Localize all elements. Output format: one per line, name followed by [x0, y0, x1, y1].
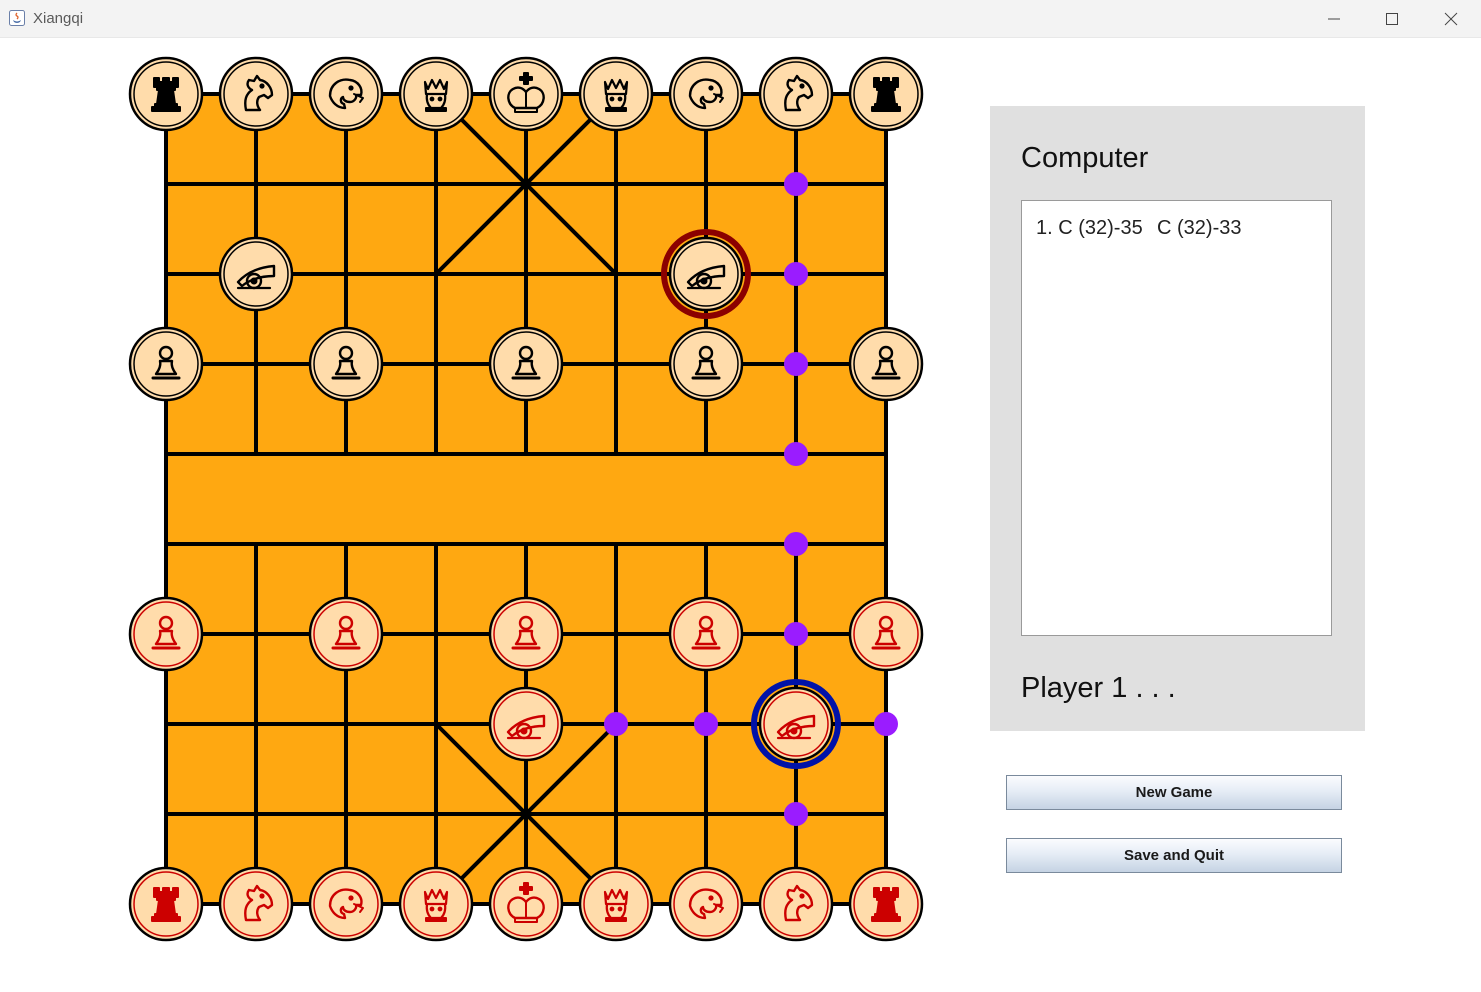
black-elephant-piece[interactable] [668, 56, 744, 132]
status-label: Player 1 . . . [1021, 672, 1176, 704]
piece-disc [128, 596, 204, 672]
red-rook-piece[interactable] [128, 866, 204, 942]
move-black: C (32)-33 [1157, 217, 1242, 239]
black-soldier-piece[interactable] [128, 326, 204, 402]
black-horse-piece[interactable] [758, 56, 834, 132]
red-soldier-piece[interactable] [128, 596, 204, 672]
red-advisor-piece[interactable] [398, 866, 474, 942]
close-icon [1444, 12, 1458, 26]
piece-disc [668, 56, 744, 132]
black-rook-piece[interactable] [128, 56, 204, 132]
black-cannon-piece[interactable] [218, 236, 294, 312]
red-advisor-piece[interactable] [578, 866, 654, 942]
red-elephant-piece[interactable] [668, 866, 744, 942]
piece-disc [218, 56, 294, 132]
legal-move-marker[interactable] [784, 532, 808, 556]
legal-move-marker[interactable] [604, 712, 628, 736]
piece-disc [308, 326, 384, 402]
java-app-icon [9, 10, 25, 26]
red-soldier-piece[interactable] [668, 596, 744, 672]
window-title: Xiangqi [33, 10, 84, 27]
legal-move-marker[interactable] [784, 442, 808, 466]
move-red: 1. C (32)-35 [1036, 217, 1143, 239]
piece-disc [668, 866, 744, 942]
legal-move-marker[interactable] [784, 172, 808, 196]
black-soldier-piece[interactable] [308, 326, 384, 402]
piece-disc [128, 326, 204, 402]
piece-disc [218, 866, 294, 942]
piece-disc [848, 326, 924, 402]
red-soldier-piece[interactable] [488, 596, 564, 672]
maximize-button[interactable] [1363, 0, 1421, 37]
legal-move-marker[interactable] [784, 352, 808, 376]
piece-disc [488, 596, 564, 672]
legal-move-marker[interactable] [784, 622, 808, 646]
black-soldier-piece[interactable] [668, 326, 744, 402]
black-rook-piece[interactable] [848, 56, 924, 132]
black-advisor-piece[interactable] [578, 56, 654, 132]
piece-disc [308, 866, 384, 942]
red-cannon-piece[interactable] [488, 686, 564, 762]
red-elephant-piece[interactable] [308, 866, 384, 942]
red-general-piece[interactable] [488, 866, 564, 942]
minimize-icon [1328, 18, 1340, 20]
piece-disc [848, 596, 924, 672]
legal-move-marker[interactable] [784, 262, 808, 286]
red-horse-piece[interactable] [758, 866, 834, 942]
black-elephant-piece[interactable] [308, 56, 384, 132]
black-soldier-piece[interactable] [488, 326, 564, 402]
piece-disc [308, 56, 384, 132]
side-panel: Computer 1. C (32)-35 C (32)-33 Player 1 … [990, 106, 1365, 731]
maximize-icon [1386, 13, 1398, 25]
piece-disc [668, 596, 744, 672]
minimize-button[interactable] [1305, 0, 1363, 37]
legal-move-marker[interactable] [694, 712, 718, 736]
save-and-quit-button[interactable]: Save and Quit [1006, 838, 1342, 873]
new-game-button[interactable]: New Game [1006, 775, 1342, 810]
legal-move-marker[interactable] [874, 712, 898, 736]
red-rook-piece[interactable] [848, 866, 924, 942]
piece-disc [758, 56, 834, 132]
black-horse-piece[interactable] [218, 56, 294, 132]
close-button[interactable] [1422, 0, 1480, 37]
red-soldier-piece[interactable] [848, 596, 924, 672]
piece-disc [308, 596, 384, 672]
piece-disc [668, 326, 744, 402]
computer-label: Computer [1021, 142, 1149, 174]
red-soldier-piece[interactable] [308, 596, 384, 672]
move-list[interactable]: 1. C (32)-35 C (32)-33 [1021, 200, 1332, 636]
black-advisor-piece[interactable] [398, 56, 474, 132]
piece-disc [488, 326, 564, 402]
black-general-piece[interactable] [488, 56, 564, 132]
move-row: 1. C (32)-35 C (32)-33 [1036, 217, 1241, 240]
black-soldier-piece[interactable] [848, 326, 924, 402]
piece-disc [758, 866, 834, 942]
legal-move-marker[interactable] [784, 802, 808, 826]
black-cannon-piece[interactable] [661, 229, 751, 319]
xiangqi-board[interactable] [0, 37, 980, 992]
red-cannon-piece[interactable] [751, 679, 841, 769]
red-horse-piece[interactable] [218, 866, 294, 942]
title-bar: Xiangqi [0, 0, 1481, 38]
